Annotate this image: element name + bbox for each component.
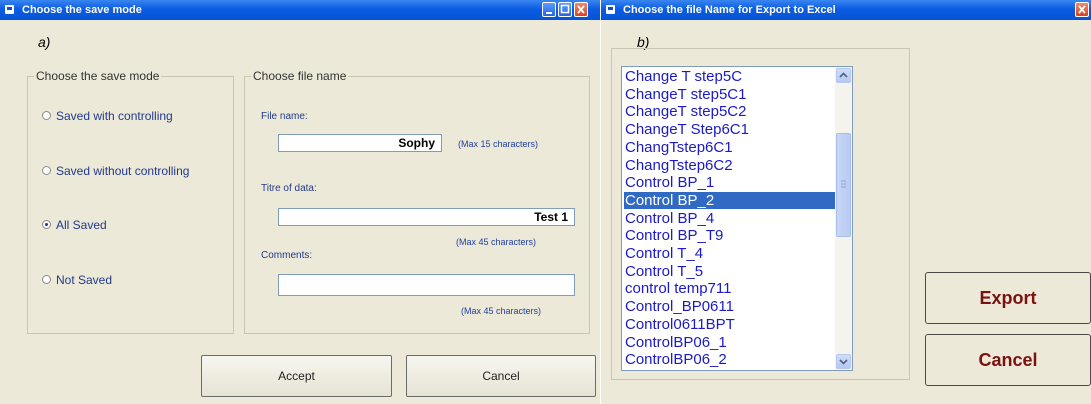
list-item[interactable]: ChangTstep6C2 (624, 157, 835, 174)
list-item[interactable]: ControlBP06_1 (624, 334, 835, 351)
titre-note: (Max 45 characters) (456, 237, 537, 247)
radio-label: Not Saved (56, 273, 113, 287)
radio-icon (42, 111, 51, 121)
file-name-group: Choose file name File name: Sophy (Max 1… (244, 69, 590, 334)
list-item[interactable]: Control BP_2 (624, 191, 835, 209)
radio-saved-without-controlling[interactable]: Saved without controlling (42, 164, 189, 178)
list-item[interactable]: Control BP_1 (624, 174, 835, 191)
list-item[interactable]: control temp711 (624, 280, 835, 297)
app-icon (606, 5, 615, 14)
scroll-down-icon[interactable] (836, 354, 851, 369)
accept-button[interactable]: Accept (201, 355, 392, 397)
comments-label: Comments: (261, 250, 313, 261)
radio-saved-with-controlling[interactable]: Saved with controlling (42, 109, 173, 123)
radio-label: All Saved (56, 218, 107, 232)
save-mode-group: Choose the save mode Saved with controll… (27, 69, 234, 334)
titre-label: Titre of data: (261, 183, 317, 194)
list-item[interactable]: Control T_4 (624, 245, 835, 262)
file-name-input[interactable]: Sophy (278, 134, 442, 152)
scroll-up-icon[interactable] (836, 68, 851, 83)
list-item[interactable]: Control_BP0611 (624, 298, 835, 315)
cancel-button[interactable]: Cancel (406, 355, 596, 397)
file-name-note: (Max 15 characters) (458, 139, 539, 149)
save-mode-window: Choose the save mode a) Choose the save … (0, 0, 600, 404)
list-item[interactable]: ControlBP06_2 (624, 351, 835, 368)
titre-input[interactable]: Test 1 (278, 208, 575, 226)
save-mode-group-label: Choose the save mode (34, 69, 162, 83)
window-title: Choose the file Name for Export to Excel (623, 4, 836, 16)
window-title: Choose the save mode (22, 4, 142, 16)
maximize-icon[interactable] (558, 2, 572, 17)
list-item[interactable]: Control BP_T9 (624, 227, 835, 244)
radio-icon (42, 166, 51, 176)
close-icon[interactable] (1075, 2, 1089, 17)
figure-caption: a) (38, 34, 51, 50)
radio-label: Saved without controlling (56, 164, 190, 178)
close-icon[interactable] (574, 2, 588, 17)
scroll-thumb[interactable] (836, 133, 851, 237)
app-icon (5, 5, 14, 14)
list-item[interactable]: ChangeT step5C1 (624, 86, 835, 103)
list-item[interactable]: Control BP_4 (624, 210, 835, 227)
title-bar[interactable]: Choose the file Name for Export to Excel (601, 0, 1091, 20)
radio-icon (42, 275, 51, 285)
file-name-listbox[interactable]: Change T step5C ChangeT step5C1 ChangeT st… (621, 66, 853, 371)
list-item[interactable]: Change T step5C (624, 68, 835, 85)
radio-selected-icon (42, 220, 51, 230)
vertical-scrollbar[interactable] (835, 67, 852, 370)
list-item[interactable]: Control0611BPT (624, 316, 835, 333)
file-name-label: File name: (261, 111, 308, 122)
list-item[interactable]: ChangeT step5C2 (624, 103, 835, 120)
minimize-icon[interactable] (542, 2, 556, 17)
comments-input[interactable] (278, 274, 575, 296)
list-item[interactable]: ChangeT Step6C1 (624, 121, 835, 138)
radio-label: Saved with controlling (56, 109, 173, 123)
comments-note: (Max 45 characters) (461, 306, 542, 316)
list-item[interactable]: ChangTstep6C1 (624, 139, 835, 156)
radio-all-saved[interactable]: All Saved (42, 218, 107, 232)
radio-not-saved[interactable]: Not Saved (42, 273, 112, 287)
export-excel-window: Choose the file Name for Export to Excel… (601, 0, 1091, 404)
cancel-export-button[interactable]: Cancel (925, 334, 1091, 386)
export-button[interactable]: Export (925, 272, 1091, 324)
file-name-group-label: Choose file name (251, 69, 349, 83)
list-item[interactable]: Control T_5 (624, 263, 835, 280)
title-bar[interactable]: Choose the save mode (0, 0, 600, 20)
